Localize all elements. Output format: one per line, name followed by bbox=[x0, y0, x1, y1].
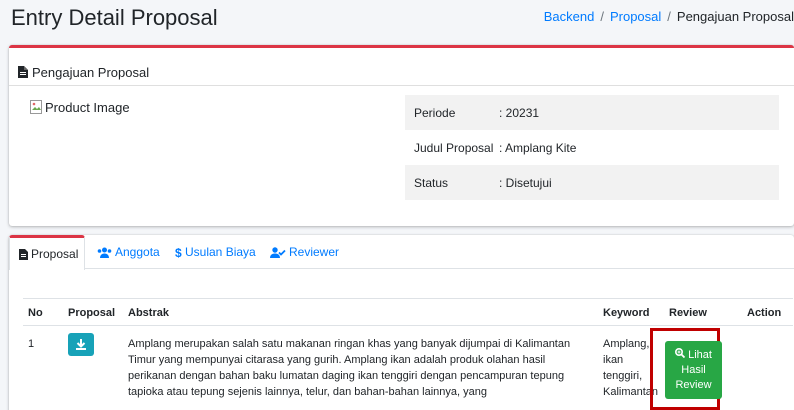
table-header-row: No Proposal Abstrak Keyword Review Actio… bbox=[23, 298, 793, 326]
broken-image-icon bbox=[29, 99, 45, 115]
dollar-icon: $ bbox=[175, 246, 182, 258]
product-image: Product Image bbox=[29, 99, 130, 115]
row-abstrak: Amplang merupakan salah satu makanan rin… bbox=[123, 326, 598, 401]
info-label: Judul Proposal bbox=[414, 140, 494, 155]
page-title: Entry Detail Proposal bbox=[11, 5, 218, 30]
tab-anggota[interactable]: Anggota bbox=[97, 235, 160, 269]
tab-label: Proposal bbox=[31, 247, 79, 261]
breadcrumb-separator: / bbox=[667, 9, 671, 24]
abstrak-line: tapioka atau tepung sejenis lainnya, tel… bbox=[128, 386, 487, 398]
tab-label: Reviewer bbox=[289, 245, 340, 259]
tab-usulan-biaya[interactable]: $ Usulan Biaya bbox=[175, 235, 256, 269]
breadcrumb-backend[interactable]: Backend bbox=[544, 9, 595, 24]
abstrak-line: perikanan dengan bahan baku lumatan dagi… bbox=[128, 370, 565, 382]
info-label: Periode bbox=[405, 95, 499, 130]
tabs-card: Proposal Anggota $ Usulan Biaya Reviewer… bbox=[9, 235, 794, 410]
info-value: : Disetujui bbox=[499, 165, 779, 200]
tab-label: Anggota bbox=[115, 245, 160, 259]
col-proposal: Proposal bbox=[63, 298, 123, 326]
info-row: Periode : 20231 bbox=[405, 95, 779, 130]
breadcrumb-proposal[interactable]: Proposal bbox=[610, 9, 661, 24]
info-row: Judul Proposal : Amplang Kite bbox=[405, 130, 779, 165]
info-row: Status : Disetujui bbox=[405, 165, 779, 200]
tab-label: Usulan Biaya bbox=[185, 245, 256, 259]
proposal-info-table: Periode : 20231 Judul Proposal : Amplang… bbox=[405, 95, 779, 200]
col-keyword: Keyword bbox=[598, 298, 664, 326]
row-action bbox=[742, 326, 793, 401]
row-proposal bbox=[63, 326, 123, 401]
svg-text:$: $ bbox=[175, 246, 182, 258]
search-plus-icon bbox=[675, 347, 686, 359]
info-value: : 20231 bbox=[499, 95, 779, 130]
download-icon bbox=[76, 339, 86, 350]
col-action: Action bbox=[742, 298, 793, 326]
page-header: Entry Detail Proposal Backend / Proposal / P… bbox=[0, 0, 794, 36]
file-pdf-icon bbox=[19, 248, 28, 260]
detail-card-title: Pengajuan Proposal bbox=[32, 64, 150, 80]
abstrak-line: Timur yang mempunyai citarasa yang gurih… bbox=[128, 354, 546, 366]
breadcrumb-current: Pengajuan Proposal bbox=[676, 9, 794, 24]
breadcrumb: Backend / Proposal / Pengajuan Proposal bbox=[544, 9, 794, 24]
download-button[interactable] bbox=[68, 333, 94, 356]
detail-card-header: Pengajuan Proposal bbox=[9, 48, 794, 86]
col-no: No bbox=[23, 298, 63, 326]
review-button-label: Review bbox=[675, 379, 712, 391]
users-icon bbox=[97, 247, 112, 258]
abstrak-line: Amplang merupakan salah satu makanan rin… bbox=[128, 338, 571, 350]
user-check-icon bbox=[270, 246, 286, 258]
detail-card: Pengajuan Proposal Product Image Periode… bbox=[9, 45, 794, 226]
review-button-label: Hasil bbox=[681, 364, 706, 376]
info-value: : Amplang Kite bbox=[499, 140, 577, 155]
row-no: 1 bbox=[28, 338, 35, 350]
review-button-label: Lihat bbox=[688, 349, 712, 361]
col-abstrak: Abstrak bbox=[123, 298, 598, 326]
file-icon bbox=[18, 66, 28, 78]
tab-proposal[interactable]: Proposal bbox=[9, 235, 85, 270]
info-label: Status bbox=[405, 165, 499, 200]
col-review: Review bbox=[664, 298, 742, 326]
tab-bar: Proposal Anggota $ Usulan Biaya Reviewer bbox=[9, 235, 794, 270]
tab-reviewer[interactable]: Reviewer bbox=[270, 235, 339, 269]
lihat-hasil-review-button[interactable]: Lihat Hasil Review bbox=[665, 341, 722, 399]
product-image-alt: Product Image bbox=[45, 99, 130, 115]
breadcrumb-separator: / bbox=[600, 9, 604, 24]
review-button-line-1: Lihat bbox=[665, 347, 722, 363]
